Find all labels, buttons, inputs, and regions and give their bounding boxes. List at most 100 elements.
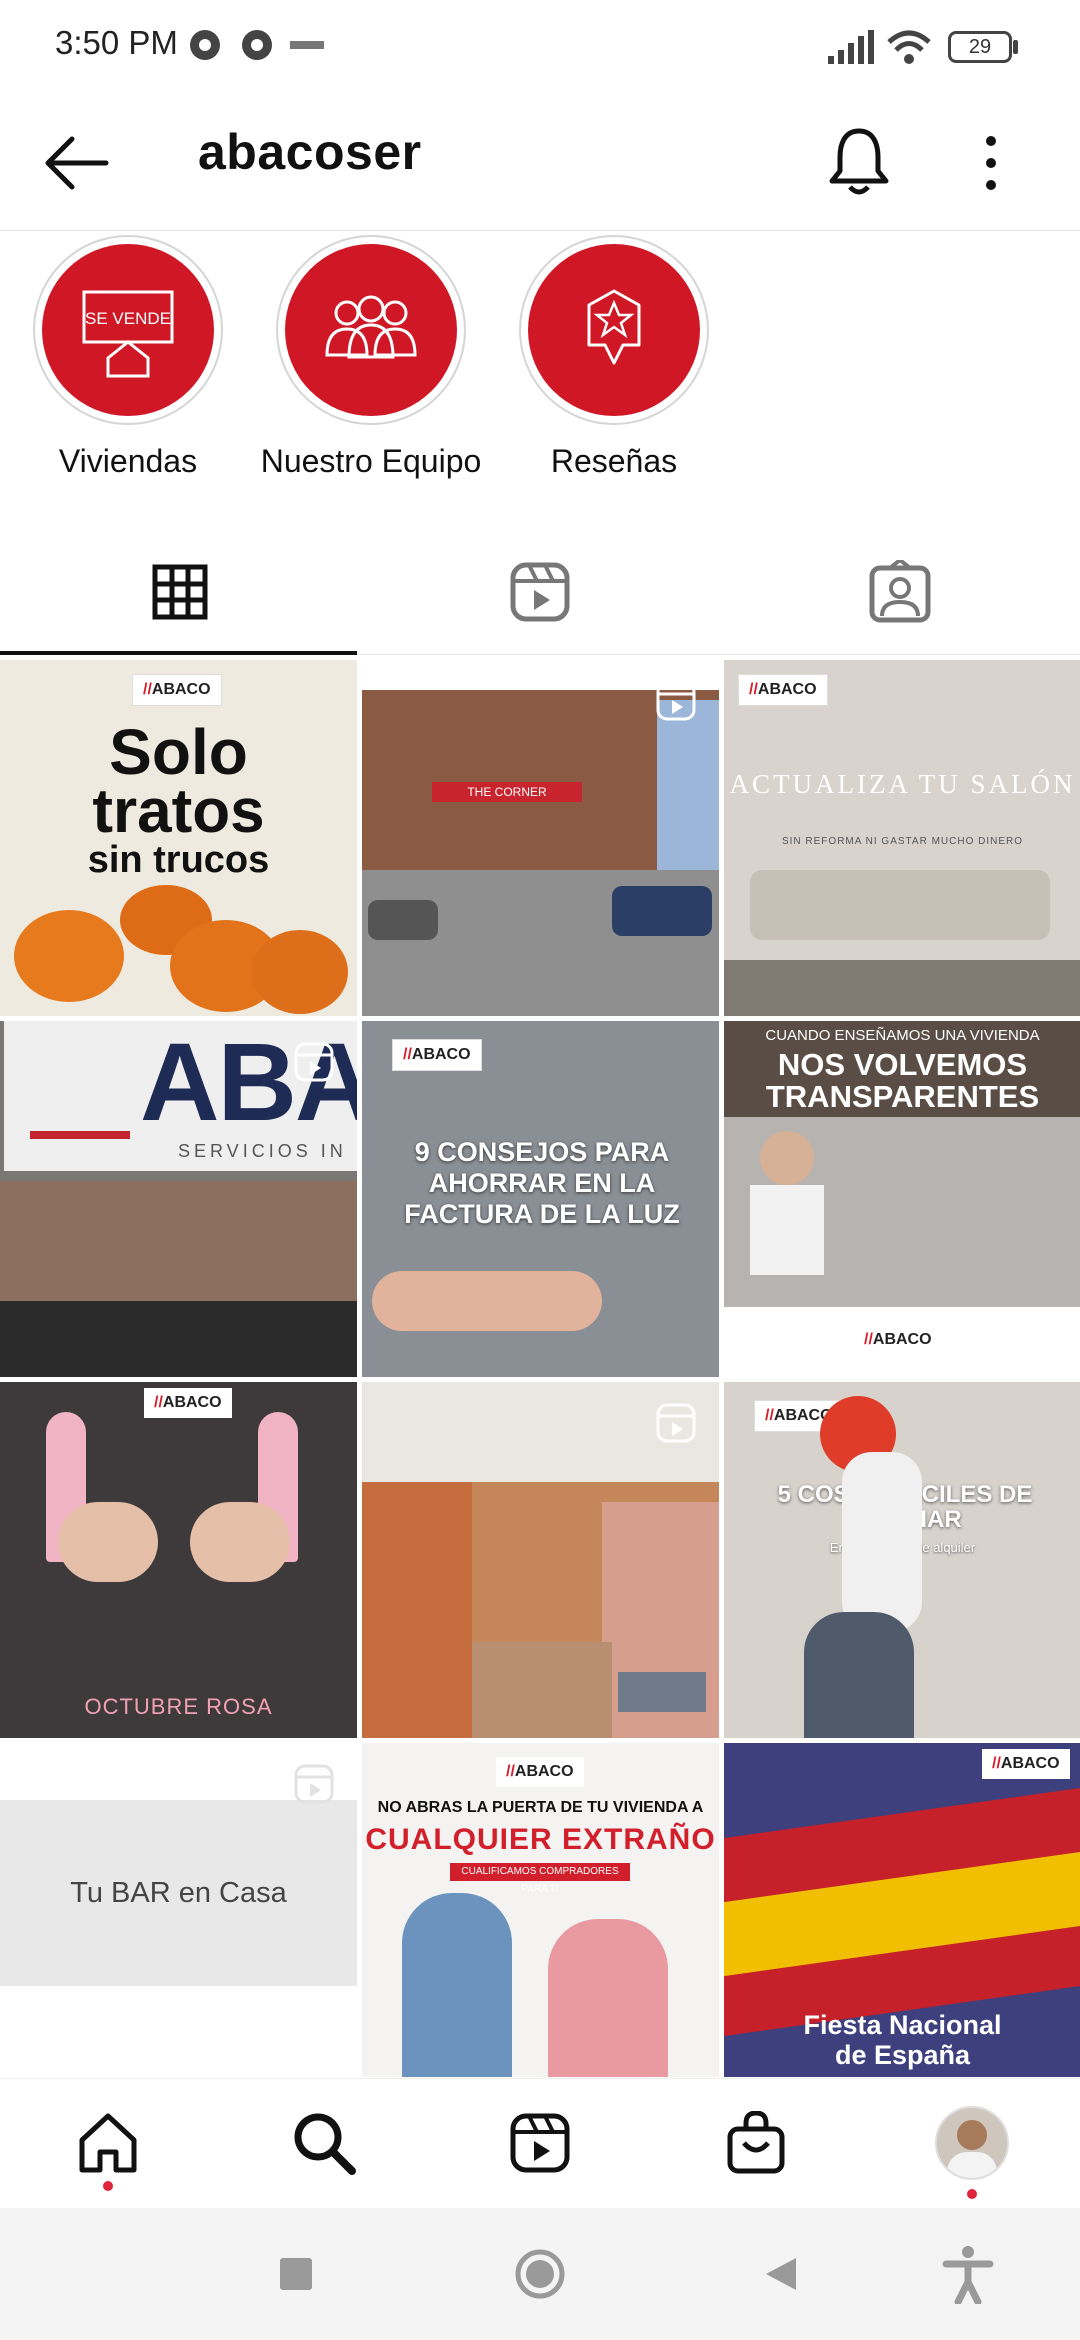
bottom-navigation [0,2078,1080,2207]
highlight-viviendas[interactable]: SE VENDE Viviendas [8,235,248,480]
brand-logo: //ABACO [738,674,828,706]
chrome-icon [190,30,220,60]
highlight-ring: SE VENDE [33,235,223,425]
car-image [612,886,712,936]
post-tile-6[interactable]: CUANDO ENSEÑAMOS UNA VIVIENDA NOS VOLVEM… [724,1021,1080,1377]
post-text: de España [834,2039,971,2070]
status-time: 3:50 PM [55,24,178,61]
pumpkin-image [252,930,348,1014]
accessibility-icon [942,2246,994,2304]
home-icon [79,2113,137,2173]
system-navigation-bar [0,2208,1080,2340]
brand-logo: //ABACO [982,1749,1070,1779]
circle-icon [515,2249,565,2299]
highlight-nuestro-equipo[interactable]: Nuestro Equipo [251,235,491,480]
person-image [750,1185,824,1275]
sign-subtext: SERVICIOS IN [178,1141,347,1161]
post-tile-2[interactable]: THE CORNER [362,660,719,1016]
hand-image [58,1502,158,1582]
post-text: Fiesta Nacional [803,2010,1002,2040]
logo-stripes [30,1051,130,1139]
more-options-icon[interactable] [976,129,1006,199]
highlight-label: Viviendas [58,443,198,479]
brand-logo: //ABACO [144,1388,232,1418]
post-tile-4[interactable]: ABA SERVICIOS IN [0,1021,357,1377]
accessibility-button[interactable] [908,2208,1028,2340]
battery-indicator: 29 [948,31,1012,63]
car-image [368,900,438,940]
post-tile-12[interactable]: //ABACO Fiesta Nacional de España [724,1743,1080,2077]
reels-icon [510,2113,570,2173]
reel-indicator-icon [294,1042,334,1082]
status-bar: 3:50 PM 29 [0,0,1080,95]
bench-image [618,1672,706,1712]
chrome-icon [242,30,272,60]
post-tile-5[interactable]: //ABACO 9 CONSEJOS PARA AHORRAR EN LA FA… [362,1021,719,1377]
post-tile-3[interactable]: //ABACO ACTUALIZA TU SALÓN SIN REFORMA N… [724,660,1080,1016]
reel-indicator-icon [656,681,696,721]
post-text: NO ABRAS LA PUERTA DE TU VIVIENDA A [377,1799,704,1816]
notification-dot [103,2181,113,2191]
post-title: 9 CONSEJOS PARA AHORRAR EN LA FACTURA DE… [404,1137,680,1230]
post-text: tratos [92,776,265,846]
brand-logo: //ABACO [132,674,222,706]
tab-tagged[interactable] [720,530,1080,654]
profile-avatar [935,2106,1009,2180]
post-title: Fiesta Nacional de España [724,2010,1080,2070]
nav-shop[interactable] [648,2079,864,2207]
wifi-icon [887,30,931,64]
brand-logo: //ABACO [392,1039,482,1071]
post-tile-8[interactable] [362,1382,719,1738]
home-button[interactable] [480,2208,600,2340]
nav-search[interactable] [216,2079,432,2207]
post-tag: CUALIFICAMOS COMPRADORES PARA TI [450,1863,630,1895]
highlight-label: Reseñas [550,443,678,479]
brand-logo: //ABACO [496,1757,584,1787]
brand-logo: //ABACO [854,1325,942,1355]
person-image [760,1131,814,1185]
battery-tip [1013,40,1018,54]
highlight-ring [276,235,466,425]
nav-reels[interactable] [432,2079,648,2207]
shop-window-image [0,1301,357,1377]
post-tile-10[interactable]: Tu BAR en Casa [0,1743,357,2077]
highlight-label: Nuestro Equipo [260,443,482,479]
grid-icon [152,564,208,620]
sofa-image [750,870,1050,940]
post-tile-1[interactable]: //ABACO Solo tratos sin trucos [0,660,357,1016]
back-arrow-icon[interactable] [44,135,110,191]
reels-icon [510,562,570,622]
person-image [548,1919,668,2077]
post-tile-7[interactable]: //ABACO OCTUBRE ROSA [0,1382,357,1738]
person-image [842,1452,922,1632]
post-tile-9[interactable]: //ABACO 5 COSAS FÁCILES DE CAMBIAR En tu… [724,1382,1080,1738]
bell-icon[interactable] [826,123,892,199]
post-title: NOS VOLVEMOS [777,1047,1028,1082]
notification-dot [967,2189,977,2199]
recents-button[interactable] [236,2208,356,2340]
highlight-ring [519,235,709,425]
tab-reels[interactable] [360,530,720,654]
nav-profile[interactable] [864,2079,1080,2207]
hand-image [372,1271,602,1331]
post-title: CUALQUIER EXTRAÑO [365,1823,716,1856]
post-text: CUANDO ENSEÑAMOS UNA VIVIENDA [765,1027,1040,1044]
posts-grid: //ABACO Solo tratos sin trucos THE CORNE… [0,657,1080,2077]
review-badge-icon [587,289,641,365]
patio-floor-image [472,1642,612,1738]
post-title: ACTUALIZA TU SALÓN [729,769,1076,799]
hand-image [190,1502,290,1582]
post-title: TRANSPARENTES [765,1079,1040,1114]
post-tile-11[interactable]: //ABACO NO ABRAS LA PUERTA DE TU VIVIEND… [362,1743,719,2077]
nav-home[interactable] [0,2079,216,2207]
highlight-cover: SE VENDE [42,244,214,416]
awning-image [362,1482,472,1738]
post-text: Tu BAR en Casa [0,1800,357,1986]
highlight-resenas[interactable]: Reseñas [494,235,734,480]
person-image [804,1612,914,1738]
tab-grid[interactable] [0,530,360,654]
highlight-cover [285,244,457,416]
back-button[interactable] [720,2208,840,2340]
reel-indicator-icon [294,1764,334,1804]
highlight-cover [528,244,700,416]
